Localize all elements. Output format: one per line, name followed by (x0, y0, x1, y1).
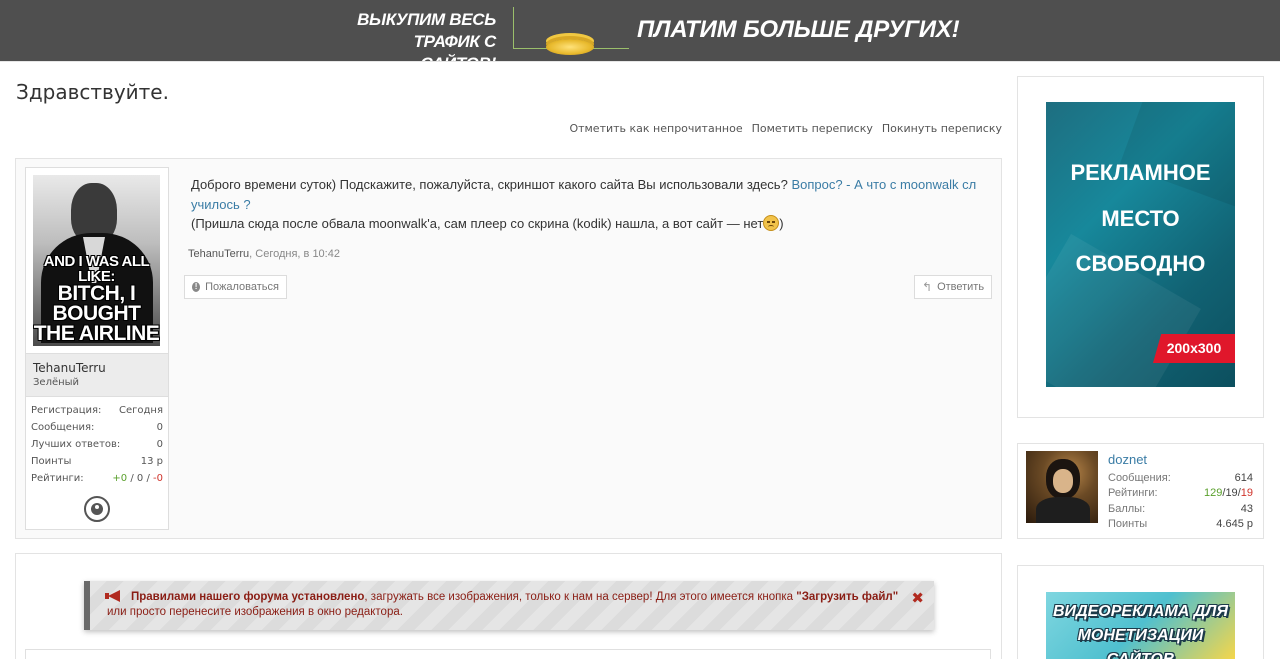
top-user-stats: Сообщения: 614 Рейтинги: 129/19/19 Баллы… (1108, 471, 1253, 532)
rating-positive: +0 (112, 473, 128, 484)
top-user-name[interactable]: doznet (1108, 452, 1147, 467)
avatar-caption-line3: THE AIRLINE (33, 322, 160, 345)
stat-value: Сегодня (119, 405, 163, 416)
close-icon[interactable]: ✖ (911, 589, 924, 607)
ratings-value: 129/19/19 (1204, 487, 1253, 500)
banner-right-text: ПЛАТИМ БОЛЬШЕ ДРУГИХ! (637, 16, 960, 43)
banner-left-line1: ВЫКУПИМ ВЕСЬ (357, 10, 496, 29)
author-name-box (26, 353, 168, 397)
notice-bold-text: Правилами нашего форума установлено (131, 591, 365, 603)
coin-stack-icon (546, 39, 594, 55)
upload-rules-notice: Правилами нашего форума установлено, заг… (84, 581, 934, 630)
video-ad-banner[interactable]: ВИДЕОРЕКЛАМА ДЛЯ МОНЕТИЗАЦИИ САЙТОВ (1046, 592, 1235, 659)
top-user-messages: Сообщения: 614 (1108, 471, 1253, 486)
top-user-pointy: Поинты 4.645 р (1108, 517, 1253, 532)
stat-label: Регистрация: (31, 405, 102, 416)
report-button[interactable]: ! Пожаловаться (184, 275, 287, 299)
notice-text: Правилами нашего форума установлено, заг… (107, 590, 912, 620)
flag-conversation-link[interactable]: Пометить переписку (752, 122, 873, 135)
message-text-part3: ) (779, 216, 784, 231)
conversation-actions: Отметить как непрочитанное Пометить пере… (569, 122, 1002, 135)
stat-value: 614 (1234, 472, 1253, 484)
banner-axis-vertical (513, 7, 514, 49)
stat-row-best-answers: Лучших ответов: 0 (31, 436, 163, 453)
author-name[interactable]: TehanuTerru (33, 361, 106, 375)
avatar-caption-line1: AND I WAS ALL LIKE: (43, 253, 150, 285)
mark-unread-link[interactable]: Отметить как непрочитанное (569, 122, 742, 135)
author-group: Зелёный (33, 377, 80, 388)
rating-separator: / (143, 473, 154, 484)
top-user-ratings: Рейтинги: 129/19/19 (1108, 486, 1253, 501)
stat-row-registration: Регистрация: Сегодня (31, 402, 163, 419)
sad-emoji-icon (763, 215, 780, 231)
top-user-points: Баллы: 43 (1108, 502, 1253, 517)
reply-label: Ответить (937, 281, 985, 293)
stat-row-ratings: Рейтинги: +0 / 0 / -0 (31, 470, 163, 487)
video-ad-line2: МОНЕТИЗАЦИИ САЙТОВ (1077, 627, 1204, 659)
stat-label: Сообщения: (1108, 472, 1171, 484)
message-text-part1: Доброго времени суток) Подскажите, пожал… (191, 177, 792, 192)
author-avatar[interactable]: AND I WAS ALL LIKE: BITCH, I BOUGHT THE … (33, 175, 160, 346)
leave-conversation-link[interactable]: Покинуть переписку (882, 122, 1002, 135)
sidebar-ad-banner[interactable]: РЕКЛАМНОЕ МЕСТО СВОБОДНО 200x300 (1046, 102, 1235, 387)
stat-value: 4.645 р (1216, 517, 1253, 530)
ad-line3: СВОБОДНО (1075, 251, 1206, 276)
report-label: Пожаловаться (205, 281, 279, 293)
ad-line1: РЕКЛАМНОЕ (1070, 160, 1211, 185)
top-user-avatar[interactable] (1026, 451, 1098, 523)
stat-value: 43 (1240, 502, 1253, 515)
video-ad-line1: ВИДЕОРЕКЛАМА ДЛЯ (1053, 603, 1228, 620)
ad-text: РЕКЛАМНОЕ МЕСТО СВОБОДНО (1046, 150, 1235, 287)
bubble-arrow (177, 178, 185, 194)
view-profile-icon[interactable] (84, 496, 110, 522)
notice-button-name: "Загрузить файл" (796, 591, 899, 603)
message-author[interactable]: TehanuTerru (188, 248, 249, 260)
exclamation-icon: ! (192, 282, 201, 292)
stat-label: Поинты (31, 456, 72, 467)
ad-size-tag: 200x300 (1153, 334, 1235, 363)
stat-label: Сообщения: (31, 422, 95, 433)
stat-label: Рейтинги: (1108, 487, 1158, 500)
reply-button[interactable]: ↰ Ответить (914, 275, 992, 299)
page-title: Здравствуйте. (16, 80, 169, 104)
stat-label: Лучших ответов: (31, 439, 121, 450)
stat-label: Баллы: (1108, 502, 1146, 515)
stat-label: Рейтинги: (31, 473, 84, 484)
rating-separator: / (127, 473, 137, 484)
stat-row-messages: Сообщения: 0 (31, 419, 163, 436)
message-text-part2: (Пришла сюда после обвала moonwalk'а, са… (191, 216, 764, 231)
message-meta: TehanuTerru, Сегодня, в 10:42 (188, 248, 340, 260)
stat-value: 0 (156, 422, 163, 433)
ratings-value: +0 / 0 / -0 (112, 470, 163, 487)
message-text: Доброго времени суток) Подскажите, пожал… (191, 175, 991, 234)
rating-negative: -0 (153, 473, 163, 484)
stat-value: 13 р (140, 456, 163, 467)
ad-line2: МЕСТО (1101, 205, 1180, 231)
editor-toolbar[interactable] (25, 649, 991, 659)
stat-label: Поинты (1108, 517, 1148, 530)
video-ad-text: ВИДЕОРЕКЛАМА ДЛЯ МОНЕТИЗАЦИИ САЙТОВ (1046, 600, 1235, 659)
stat-value: 0 (156, 439, 163, 450)
stat-row-points: Поинты 13 р (31, 453, 163, 470)
author-stats: Регистрация: Сегодня Сообщения: 0 Лучших… (31, 402, 163, 487)
rating-negative: 19 (1240, 487, 1253, 500)
notice-body-text: , загружать все изображения, только к на… (364, 591, 797, 603)
rating-positive: 129 (1204, 487, 1223, 500)
avatar-caption: AND I WAS ALL LIKE: BITCH, I BOUGHT THE … (33, 254, 160, 344)
top-ad-banner[interactable]: ВЫКУПИМ ВЕСЬ ТРАФИК С САЙТОВ! ПЛАТИМ БОЛ… (0, 0, 1280, 73)
notice-end-text: или просто перенесите изображения в окно… (107, 606, 403, 618)
reply-icon: ↰ (922, 280, 933, 294)
message-date[interactable]: , Сегодня, в 10:42 (249, 248, 340, 260)
rating-neutral: 19 (1225, 487, 1238, 500)
avatar-caption-line2: BITCH, I BOUGHT (52, 282, 142, 325)
